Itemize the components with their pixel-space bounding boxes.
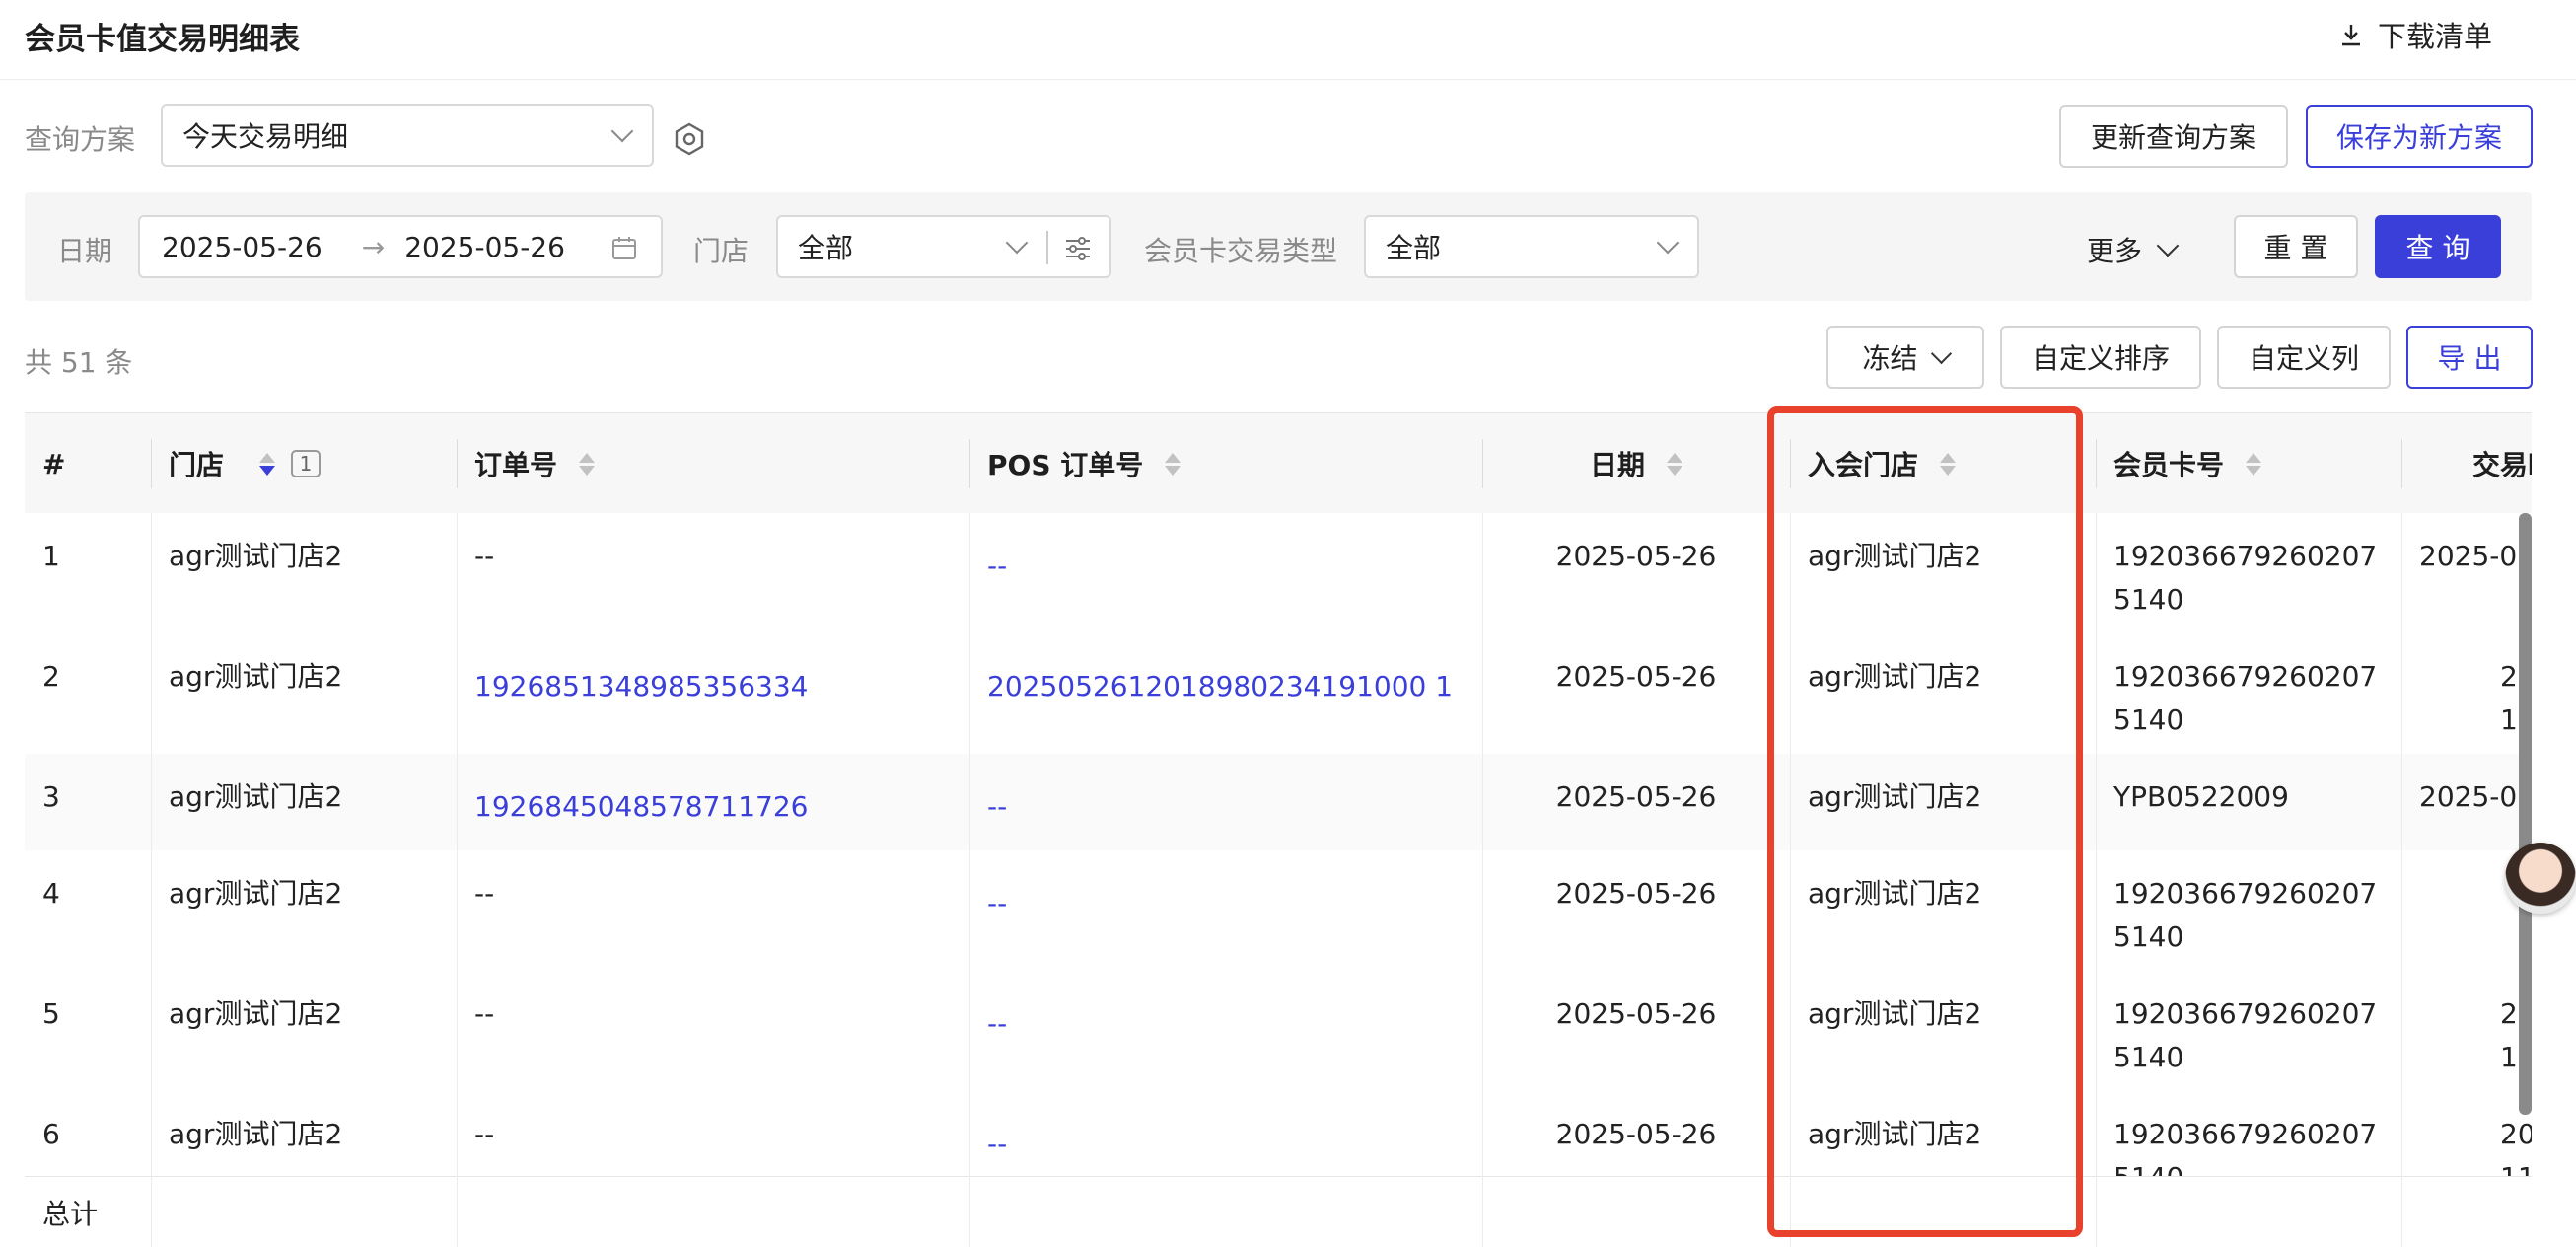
scheme-select[interactable]: 今天交易明细	[161, 104, 654, 167]
table-scrollbar[interactable]	[2519, 513, 2532, 1115]
select-divider	[1046, 231, 1048, 264]
download-icon	[2341, 25, 2360, 46]
cell-card-no: YPB0522009	[2113, 780, 2289, 813]
freeze-label: 冻结	[1862, 342, 1918, 375]
chevron-down-icon	[610, 119, 634, 143]
date-range-picker[interactable]: 2025-05-26 → 2025-05-26	[138, 215, 663, 278]
col-header-date[interactable]: 日期	[1482, 413, 1790, 514]
col-header-card-no[interactable]: 会员卡号	[2096, 413, 2401, 514]
scheme-label: 查询方案	[25, 123, 136, 156]
cell-index: 1	[42, 540, 60, 572]
assistant-avatar[interactable]	[2505, 843, 2576, 914]
cell-trade-time: 2025 12:	[2500, 660, 2532, 736]
cell-card-no: 1920366792602075140	[2113, 877, 2378, 953]
col-header-index: #	[42, 447, 66, 480]
cell-store: agr测试门店2	[169, 780, 343, 813]
chevron-down-icon	[1005, 231, 1029, 255]
store-label: 门店	[693, 235, 750, 267]
chevron-down-icon	[1656, 231, 1680, 255]
cell-order: --	[474, 540, 495, 572]
cell-pos-order-link[interactable]: --	[969, 513, 1482, 633]
chevron-down-icon	[1930, 342, 1952, 364]
date-label: 日期	[57, 235, 113, 267]
cell-store: agr测试门店2	[169, 660, 343, 693]
cell-card-no: 1920366792602075140	[2113, 540, 2378, 616]
cell-order-link[interactable]: 1926851348985356334	[457, 633, 969, 754]
range-arrow-icon: →	[361, 230, 386, 263]
sort-icon[interactable]	[1165, 452, 1181, 476]
highlight-box	[1767, 406, 2083, 1237]
cell-store: agr测试门店2	[169, 540, 343, 572]
cell-order-link[interactable]: 1926845048578711726	[457, 754, 969, 850]
chevron-down-icon	[2156, 234, 2180, 257]
more-filters-toggle[interactable]: 更多	[2087, 230, 2180, 269]
cell-store: agr测试门店2	[169, 997, 343, 1030]
scheme-select-value: 今天交易明细	[182, 120, 349, 153]
cell-pos-order-link[interactable]: --	[969, 754, 1482, 850]
date-start-input[interactable]: 2025-05-26	[162, 231, 322, 263]
sort-icon[interactable]	[2246, 452, 2262, 476]
cell-index: 3	[42, 780, 60, 813]
cell-date: 2025-05-26	[1555, 997, 1717, 1030]
save-new-scheme-button[interactable]: 保存为新方案	[2306, 105, 2533, 168]
table-row[interactable]: 3 agr测试门店2 1926845048578711726 -- 2025-0…	[25, 754, 2532, 851]
card-type-label: 会员卡交易类型	[1144, 235, 1338, 267]
cell-index: 2	[42, 660, 60, 693]
cell-date: 2025-05-26	[1555, 877, 1717, 910]
record-count: 共 51 条	[25, 346, 133, 379]
cell-trade-time: 2025 11:	[2500, 997, 2532, 1073]
sort-icon[interactable]	[579, 452, 596, 476]
calendar-icon	[612, 237, 636, 259]
update-scheme-button[interactable]: 更新查询方案	[2059, 105, 2288, 168]
total-row: 总计	[25, 1176, 2532, 1247]
download-list-button[interactable]: 下载清单	[2338, 14, 2492, 55]
total-label: 总计	[42, 1198, 99, 1230]
reset-button[interactable]: 重 置	[2234, 215, 2358, 278]
cell-card-no: 1920366792602075140	[2113, 660, 2378, 736]
transaction-table: # 门店 1 订单号 POS 订单号 日期 入会门店 会员卡号 交易 1 agr…	[25, 412, 2532, 1247]
freeze-button[interactable]: 冻结	[1826, 326, 1984, 389]
more-filters-label: 更多	[2087, 235, 2143, 267]
cell-order: --	[474, 877, 495, 910]
sort-icon[interactable]	[1667, 452, 1682, 476]
cell-date: 2025-05-26	[1555, 780, 1717, 813]
card-type-select-value: 全部	[1386, 232, 1442, 264]
col-header-trade-time[interactable]: 交易时	[2401, 413, 2532, 514]
page-title: 会员卡值交易明细表	[25, 22, 300, 57]
table-row[interactable]: 5 agr测试门店2 -- -- 2025-05-26 agr测试门店2 192…	[25, 971, 2532, 1092]
table-row[interactable]: 1 agr测试门店2 -- -- 2025-05-26 agr测试门店2 192…	[25, 513, 2532, 634]
sort-icon[interactable]	[259, 452, 276, 476]
store-select-value: 全部	[798, 232, 854, 264]
table-row[interactable]: 4 agr测试门店2 -- -- 2025-05-26 agr测试门店2 192…	[25, 850, 2532, 972]
cell-date: 2025-05-26	[1555, 660, 1717, 693]
custom-sort-button[interactable]: 自定义排序	[2000, 326, 2201, 389]
table-header: # 门店 1 订单号 POS 订单号 日期 入会门店 会员卡号 交易	[25, 412, 2532, 515]
date-end-input[interactable]: 2025-05-26	[404, 231, 565, 263]
col-header-order[interactable]: 订单号	[457, 413, 969, 514]
cell-index: 4	[42, 877, 60, 910]
download-list-label: 下载清单	[2377, 20, 2492, 53]
cell-store: agr测试门店2	[169, 877, 343, 910]
cell-card-no: 1920366792602075140	[2113, 997, 2378, 1073]
card-type-select[interactable]: 全部	[1364, 215, 1699, 278]
cell-date: 2025-05-26	[1555, 540, 1717, 572]
header-divider	[0, 79, 2576, 80]
export-button[interactable]: 导 出	[2406, 326, 2533, 389]
query-button[interactable]: 查 询	[2375, 215, 2501, 278]
sort-order-badge: 1	[291, 450, 322, 477]
col-header-pos-order[interactable]: POS 订单号	[969, 413, 1482, 514]
cell-index: 5	[42, 997, 60, 1030]
col-header-store[interactable]: 门店 1	[151, 413, 457, 514]
cell-order: --	[474, 997, 495, 1030]
cell-pos-order-link[interactable]: 2025052612018980234191000 1	[969, 633, 1482, 754]
custom-columns-button[interactable]: 自定义列	[2217, 326, 2391, 389]
cell-trade-time: 2025-05	[2419, 540, 2532, 572]
sliders-icon[interactable]	[1064, 236, 1092, 261]
cell-pos-order-link[interactable]: --	[969, 850, 1482, 971]
settings-hexagon-icon[interactable]	[673, 122, 706, 156]
table-row[interactable]: 2 agr测试门店2 1926851348985356334 202505261…	[25, 633, 2532, 755]
cell-pos-order-link[interactable]: --	[969, 971, 1482, 1091]
cell-trade-time: 2025-05	[2419, 780, 2532, 813]
store-select[interactable]: 全部	[776, 215, 1111, 278]
